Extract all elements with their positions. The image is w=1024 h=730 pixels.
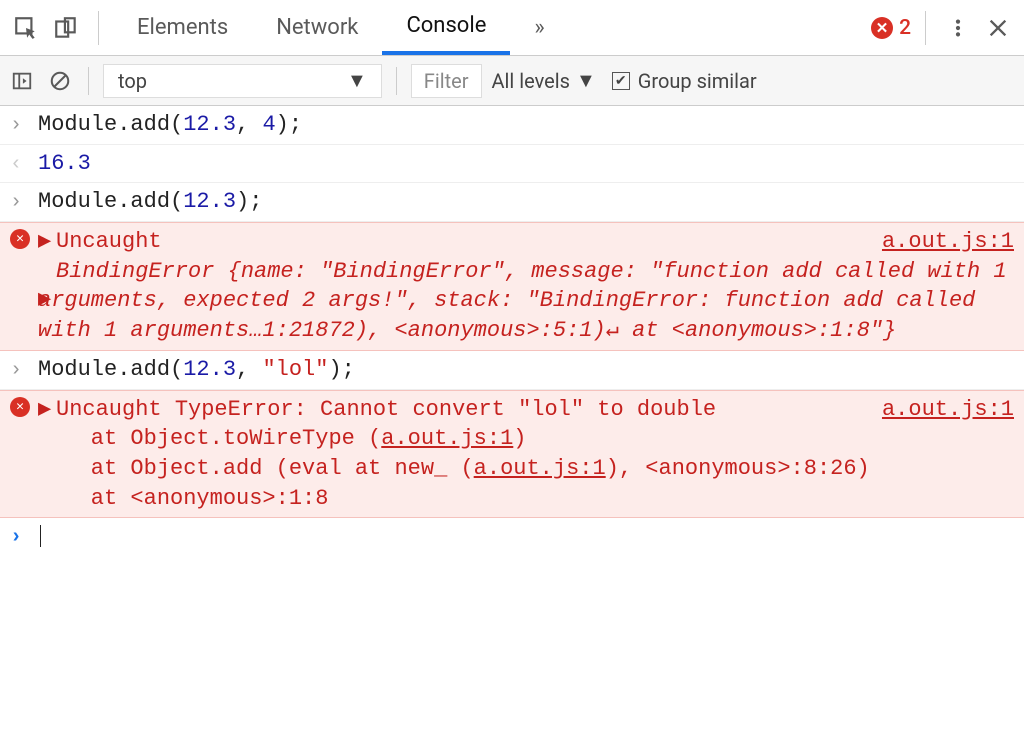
divider [98, 11, 99, 45]
error-object: BindingError {name: "BindingError", mess… [38, 259, 1007, 343]
chevron-down-icon: ▼ [576, 68, 596, 93]
inspect-icon[interactable] [8, 10, 44, 46]
context-selector[interactable]: top ▼ [103, 64, 382, 98]
levels-label: All levels [492, 69, 570, 93]
error-icon: ✕ [10, 395, 38, 417]
devtools-main-toolbar: Elements Network Console » ✕ 2 [0, 0, 1024, 56]
console-error-row[interactable]: ✕ a.out.js:1 ▶Uncaught ▶BindingError {na… [0, 222, 1024, 351]
input-chevron-icon: › [10, 110, 38, 139]
console-toolbar: top ▼ Filter All levels ▼ ✔ Group simila… [0, 56, 1024, 106]
divider [925, 11, 926, 45]
stack-frame: at Object.toWireType (a.out.js:1) [38, 426, 527, 451]
close-icon[interactable] [980, 10, 1016, 46]
console-error-row[interactable]: ✕ a.out.js:1 ▶Uncaught TypeError: Cannot… [0, 390, 1024, 519]
context-value: top [118, 69, 147, 93]
checkbox-checked-icon: ✔ [612, 72, 630, 90]
divider [396, 67, 397, 95]
console-command: Module.add(12.3, "lol"); [38, 355, 1014, 385]
error-icon: ✕ [10, 227, 38, 249]
group-similar-label: Group similar [638, 69, 757, 93]
console-result-row: ‹ 16.3 [0, 145, 1024, 184]
sidebar-toggle-icon[interactable] [8, 67, 36, 95]
console-input[interactable] [38, 522, 1014, 552]
error-content: a.out.js:1 ▶Uncaught TypeError: Cannot c… [38, 395, 1014, 514]
uncaught-label: Uncaught [56, 229, 162, 254]
result-chevron-icon: ‹ [10, 149, 38, 178]
source-link[interactable]: a.out.js:1 [882, 227, 1014, 257]
error-count-badge[interactable]: ✕ 2 [871, 16, 911, 40]
console-input-row[interactable]: › Module.add(12.3, "lol"); [0, 351, 1024, 390]
tab-elements[interactable]: Elements [113, 0, 252, 55]
console-input-row[interactable]: › Module.add(12.3); [0, 183, 1024, 222]
filter-placeholder: Filter [424, 69, 469, 93]
stack-frame: at Object.add (eval at new_ (a.out.js:1)… [38, 456, 870, 481]
filter-input[interactable]: Filter [411, 64, 482, 98]
kebab-menu-icon[interactable] [940, 10, 976, 46]
tab-overflow[interactable]: » [510, 0, 568, 55]
log-level-selector[interactable]: All levels ▼ [492, 68, 596, 93]
console-result: 16.3 [38, 149, 1014, 179]
clear-console-icon[interactable] [46, 67, 74, 95]
console-output: › Module.add(12.3, 4); ‹ 16.3 › Module.a… [0, 106, 1024, 556]
stack-frame: at <anonymous>:1:8 [38, 486, 328, 511]
disclosure-triangle-icon[interactable]: ▶ [38, 395, 52, 425]
group-similar-toggle[interactable]: ✔ Group similar [612, 69, 757, 93]
error-count: 2 [899, 16, 911, 40]
input-chevron-icon: › [10, 355, 38, 384]
disclosure-triangle-icon[interactable]: ▶ [38, 285, 52, 315]
prompt-chevron-icon: › [10, 522, 38, 551]
console-command: Module.add(12.3); [38, 187, 1014, 217]
disclosure-triangle-icon[interactable]: ▶ [38, 227, 52, 257]
error-icon: ✕ [871, 17, 893, 39]
error-content: a.out.js:1 ▶Uncaught ▶BindingError {name… [38, 227, 1014, 346]
input-chevron-icon: › [10, 187, 38, 216]
console-prompt[interactable]: › [0, 518, 1024, 556]
tab-network[interactable]: Network [252, 0, 382, 55]
console-input-row[interactable]: › Module.add(12.3, 4); [0, 106, 1024, 145]
divider [88, 67, 89, 95]
error-message: Uncaught TypeError: Cannot convert "lol"… [56, 397, 716, 422]
panel-tabs: Elements Network Console » [113, 0, 569, 55]
source-link[interactable]: a.out.js:1 [882, 395, 1014, 425]
device-toggle-icon[interactable] [48, 10, 84, 46]
source-link[interactable]: a.out.js:1 [474, 456, 606, 481]
console-command: Module.add(12.3, 4); [38, 110, 1014, 140]
chevron-down-icon: ▼ [347, 68, 367, 93]
tab-console[interactable]: Console [382, 0, 510, 55]
source-link[interactable]: a.out.js:1 [381, 426, 513, 451]
text-cursor [40, 525, 41, 547]
